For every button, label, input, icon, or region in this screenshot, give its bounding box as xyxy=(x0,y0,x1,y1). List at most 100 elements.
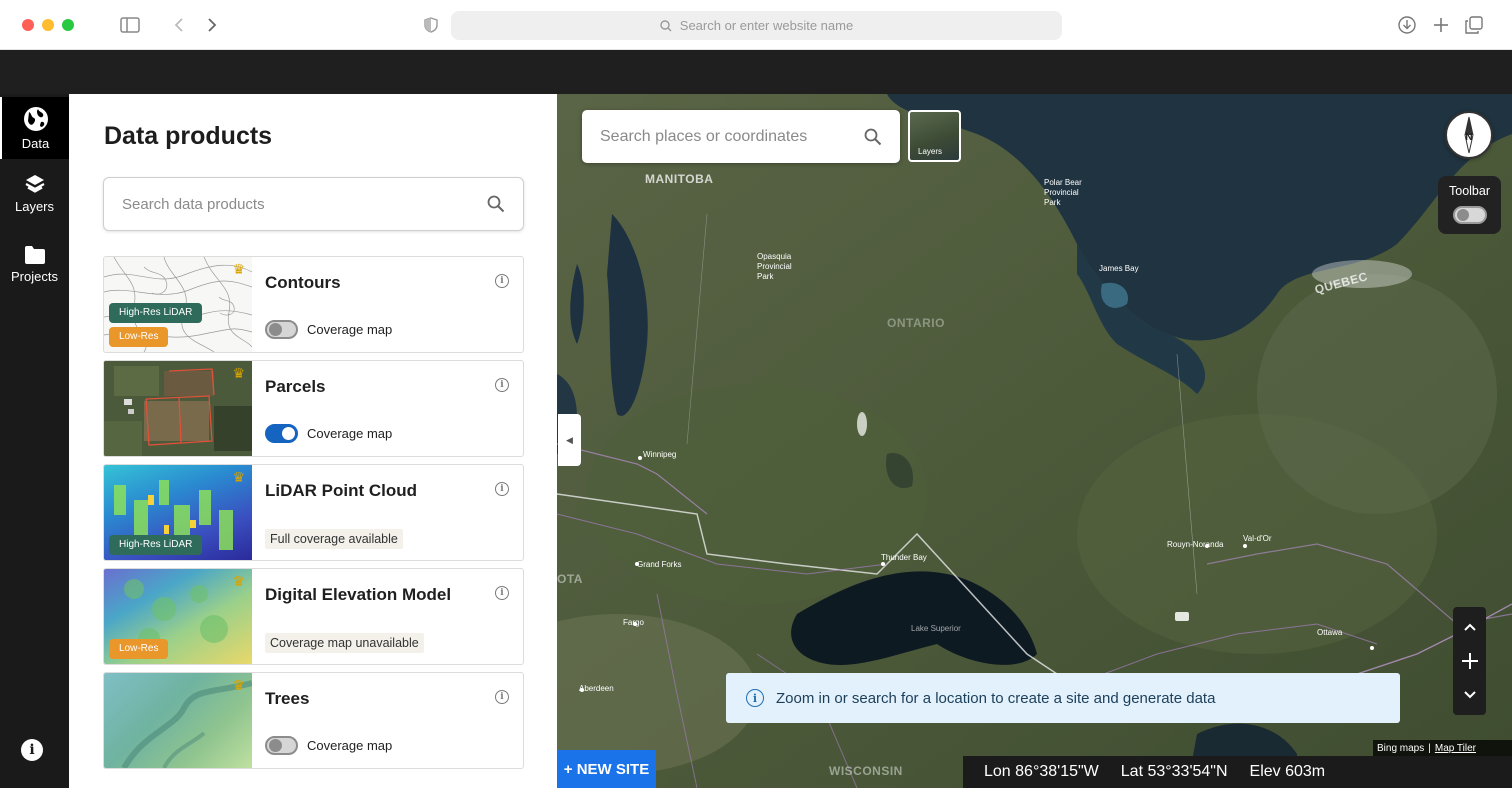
info-icon[interactable]: i xyxy=(495,482,509,496)
map-label-grand-forks: Grand Forks xyxy=(637,560,682,569)
coverage-status: Full coverage available xyxy=(265,529,403,549)
new-site-button[interactable]: + NEW SITE xyxy=(557,750,656,788)
app-header-band xyxy=(0,50,1512,94)
info-icon: i xyxy=(746,689,764,707)
zoom-in-icon[interactable] xyxy=(1453,645,1486,677)
product-card-dem[interactable]: ♛ Low-Res Digital Elevation Model i Cove… xyxy=(103,568,524,665)
parcels-thumbnail: ♛ xyxy=(104,361,252,456)
compass-icon: N xyxy=(1464,116,1474,154)
map-label-ontario: ONTARIO xyxy=(887,316,945,330)
toggle-label: Coverage map xyxy=(307,322,393,337)
data-products-panel: Data products ♛ High-Res LiDA xyxy=(69,94,557,788)
sidebar-toggle-icon[interactable] xyxy=(119,14,141,36)
info-icon[interactable]: i xyxy=(495,586,509,600)
map-label-thunder-bay: Thunder Bay xyxy=(881,553,927,562)
low-res-badge: Low-Res xyxy=(109,327,169,347)
rail-item-data[interactable]: Data xyxy=(0,97,69,159)
maximize-window-button[interactable] xyxy=(62,19,74,31)
coverage-map-toggle[interactable] xyxy=(265,320,298,339)
product-card-lidar-point-cloud[interactable]: ♛ High-Res LiDAR LiDAR Point Cloud i Ful… xyxy=(103,464,524,561)
premium-crown-icon: ♛ xyxy=(232,365,245,381)
map-label-rouyn: Rouyn-Noranda xyxy=(1167,540,1224,549)
map-search-bar xyxy=(582,110,900,163)
rail-item-projects[interactable]: Projects xyxy=(0,233,69,295)
chevron-down-icon[interactable] xyxy=(1453,679,1486,711)
map-label-ota: OTA xyxy=(557,572,583,586)
map-label-james-bay: James Bay xyxy=(1099,264,1139,273)
rail-item-label: Layers xyxy=(14,198,55,214)
toolbar-label: Toolbar xyxy=(1449,184,1490,198)
lidar-thumbnail: ♛ High-Res LiDAR xyxy=(104,465,252,560)
close-window-button[interactable] xyxy=(22,19,34,31)
data-products-search xyxy=(103,177,524,231)
elevation-readout: Elev 603m xyxy=(1249,763,1326,780)
address-bar[interactable]: Search or enter website name xyxy=(451,11,1062,40)
info-icon[interactable]: i xyxy=(495,274,509,288)
search-icon[interactable] xyxy=(864,128,882,146)
left-nav-rail: Data Layers Projects i xyxy=(0,94,69,788)
map-label-wisconsin: WISCONSIN xyxy=(829,764,903,778)
search-icon[interactable] xyxy=(487,195,505,213)
latitude-readout: Lat 53°33'54"N xyxy=(1120,763,1228,780)
toolbar-toggle[interactable] xyxy=(1453,206,1487,224)
product-card-contours[interactable]: ♛ High-Res LiDAR Low-Res Contours i Cove… xyxy=(103,256,524,353)
address-placeholder: Search or enter website name xyxy=(679,18,854,33)
coordinate-readout: Lon 86°38'15"W Lat 53°33'54"N Elev 603m xyxy=(963,756,1512,788)
chevron-up-icon[interactable] xyxy=(1453,611,1486,643)
zoom-control xyxy=(1453,607,1486,715)
info-icon[interactable]: i xyxy=(21,739,43,761)
map-label-opasquia: Opasquia Provincial Park xyxy=(757,252,792,281)
card-title: Trees xyxy=(265,689,310,708)
back-icon[interactable] xyxy=(168,14,190,36)
download-icon[interactable] xyxy=(1396,14,1418,36)
layers-switcher-button[interactable]: Layers xyxy=(908,110,961,162)
folder-icon xyxy=(24,245,45,264)
data-products-search-input[interactable] xyxy=(122,195,487,213)
bing-attribution[interactable]: Bing maps xyxy=(1377,743,1424,754)
product-card-parcels[interactable]: ♛ Parcels i Coverage map xyxy=(103,360,524,457)
toggle-label: Coverage map xyxy=(307,426,393,441)
map-tiler-link[interactable]: Map Tiler xyxy=(1435,743,1476,754)
map-search-input[interactable] xyxy=(600,127,864,146)
info-icon[interactable]: i xyxy=(495,378,509,392)
layers-icon xyxy=(24,174,45,193)
compass-label: N xyxy=(1465,132,1472,143)
high-res-lidar-badge: High-Res LiDAR xyxy=(109,535,203,555)
map-attribution: Bing maps | Map Tiler xyxy=(1373,740,1512,756)
new-tab-icon[interactable] xyxy=(1430,14,1452,36)
satellite-map[interactable]: MANITOBA ONTARIO QUEBEC James Bay Polar … xyxy=(557,94,1512,788)
coverage-map-toggle[interactable] xyxy=(265,424,298,443)
caret-left-icon: ◀ xyxy=(566,434,573,445)
card-title: Contours xyxy=(265,273,341,292)
globe-icon xyxy=(23,106,48,131)
minimize-window-button[interactable] xyxy=(42,19,54,31)
coverage-map-toggle-row: Coverage map xyxy=(265,424,392,443)
toggle-label: Coverage map xyxy=(307,738,393,753)
shield-icon[interactable] xyxy=(420,14,442,36)
coverage-map-toggle[interactable] xyxy=(265,736,298,755)
rail-item-layers[interactable]: Layers xyxy=(0,162,69,224)
trees-thumbnail: ♛ xyxy=(104,673,252,768)
search-icon xyxy=(660,19,672,31)
rail-item-label: Data xyxy=(21,135,50,151)
map-label-ottawa: Ottawa xyxy=(1317,628,1343,637)
card-title: Parcels xyxy=(265,377,326,396)
high-res-lidar-badge: High-Res LiDAR xyxy=(109,303,203,323)
collapse-panel-button[interactable]: ◀ xyxy=(558,414,581,466)
contours-thumbnail: ♛ High-Res LiDAR Low-Res xyxy=(104,257,252,352)
layers-switcher-label: Layers xyxy=(918,147,943,156)
premium-crown-icon: ♛ xyxy=(232,469,245,485)
attribution-separator: | xyxy=(1428,742,1431,754)
notice-text: Zoom in or search for a location to crea… xyxy=(776,689,1216,707)
map-label-polar-bear: Polar Bear Provincial Park xyxy=(1044,178,1082,207)
coverage-map-toggle-row: Coverage map xyxy=(265,320,392,339)
premium-crown-icon: ♛ xyxy=(232,261,245,277)
map-label-val-dor: Val-d'Or xyxy=(1243,534,1272,543)
premium-crown-icon: ♛ xyxy=(232,677,245,693)
forward-icon[interactable] xyxy=(201,14,223,36)
browser-chrome: Search or enter website name xyxy=(0,0,1512,50)
tab-overview-icon[interactable] xyxy=(1463,14,1485,36)
product-card-trees[interactable]: ♛ Trees i Coverage map xyxy=(103,672,524,769)
compass-button[interactable]: N xyxy=(1445,111,1493,159)
info-icon[interactable]: i xyxy=(495,690,509,704)
